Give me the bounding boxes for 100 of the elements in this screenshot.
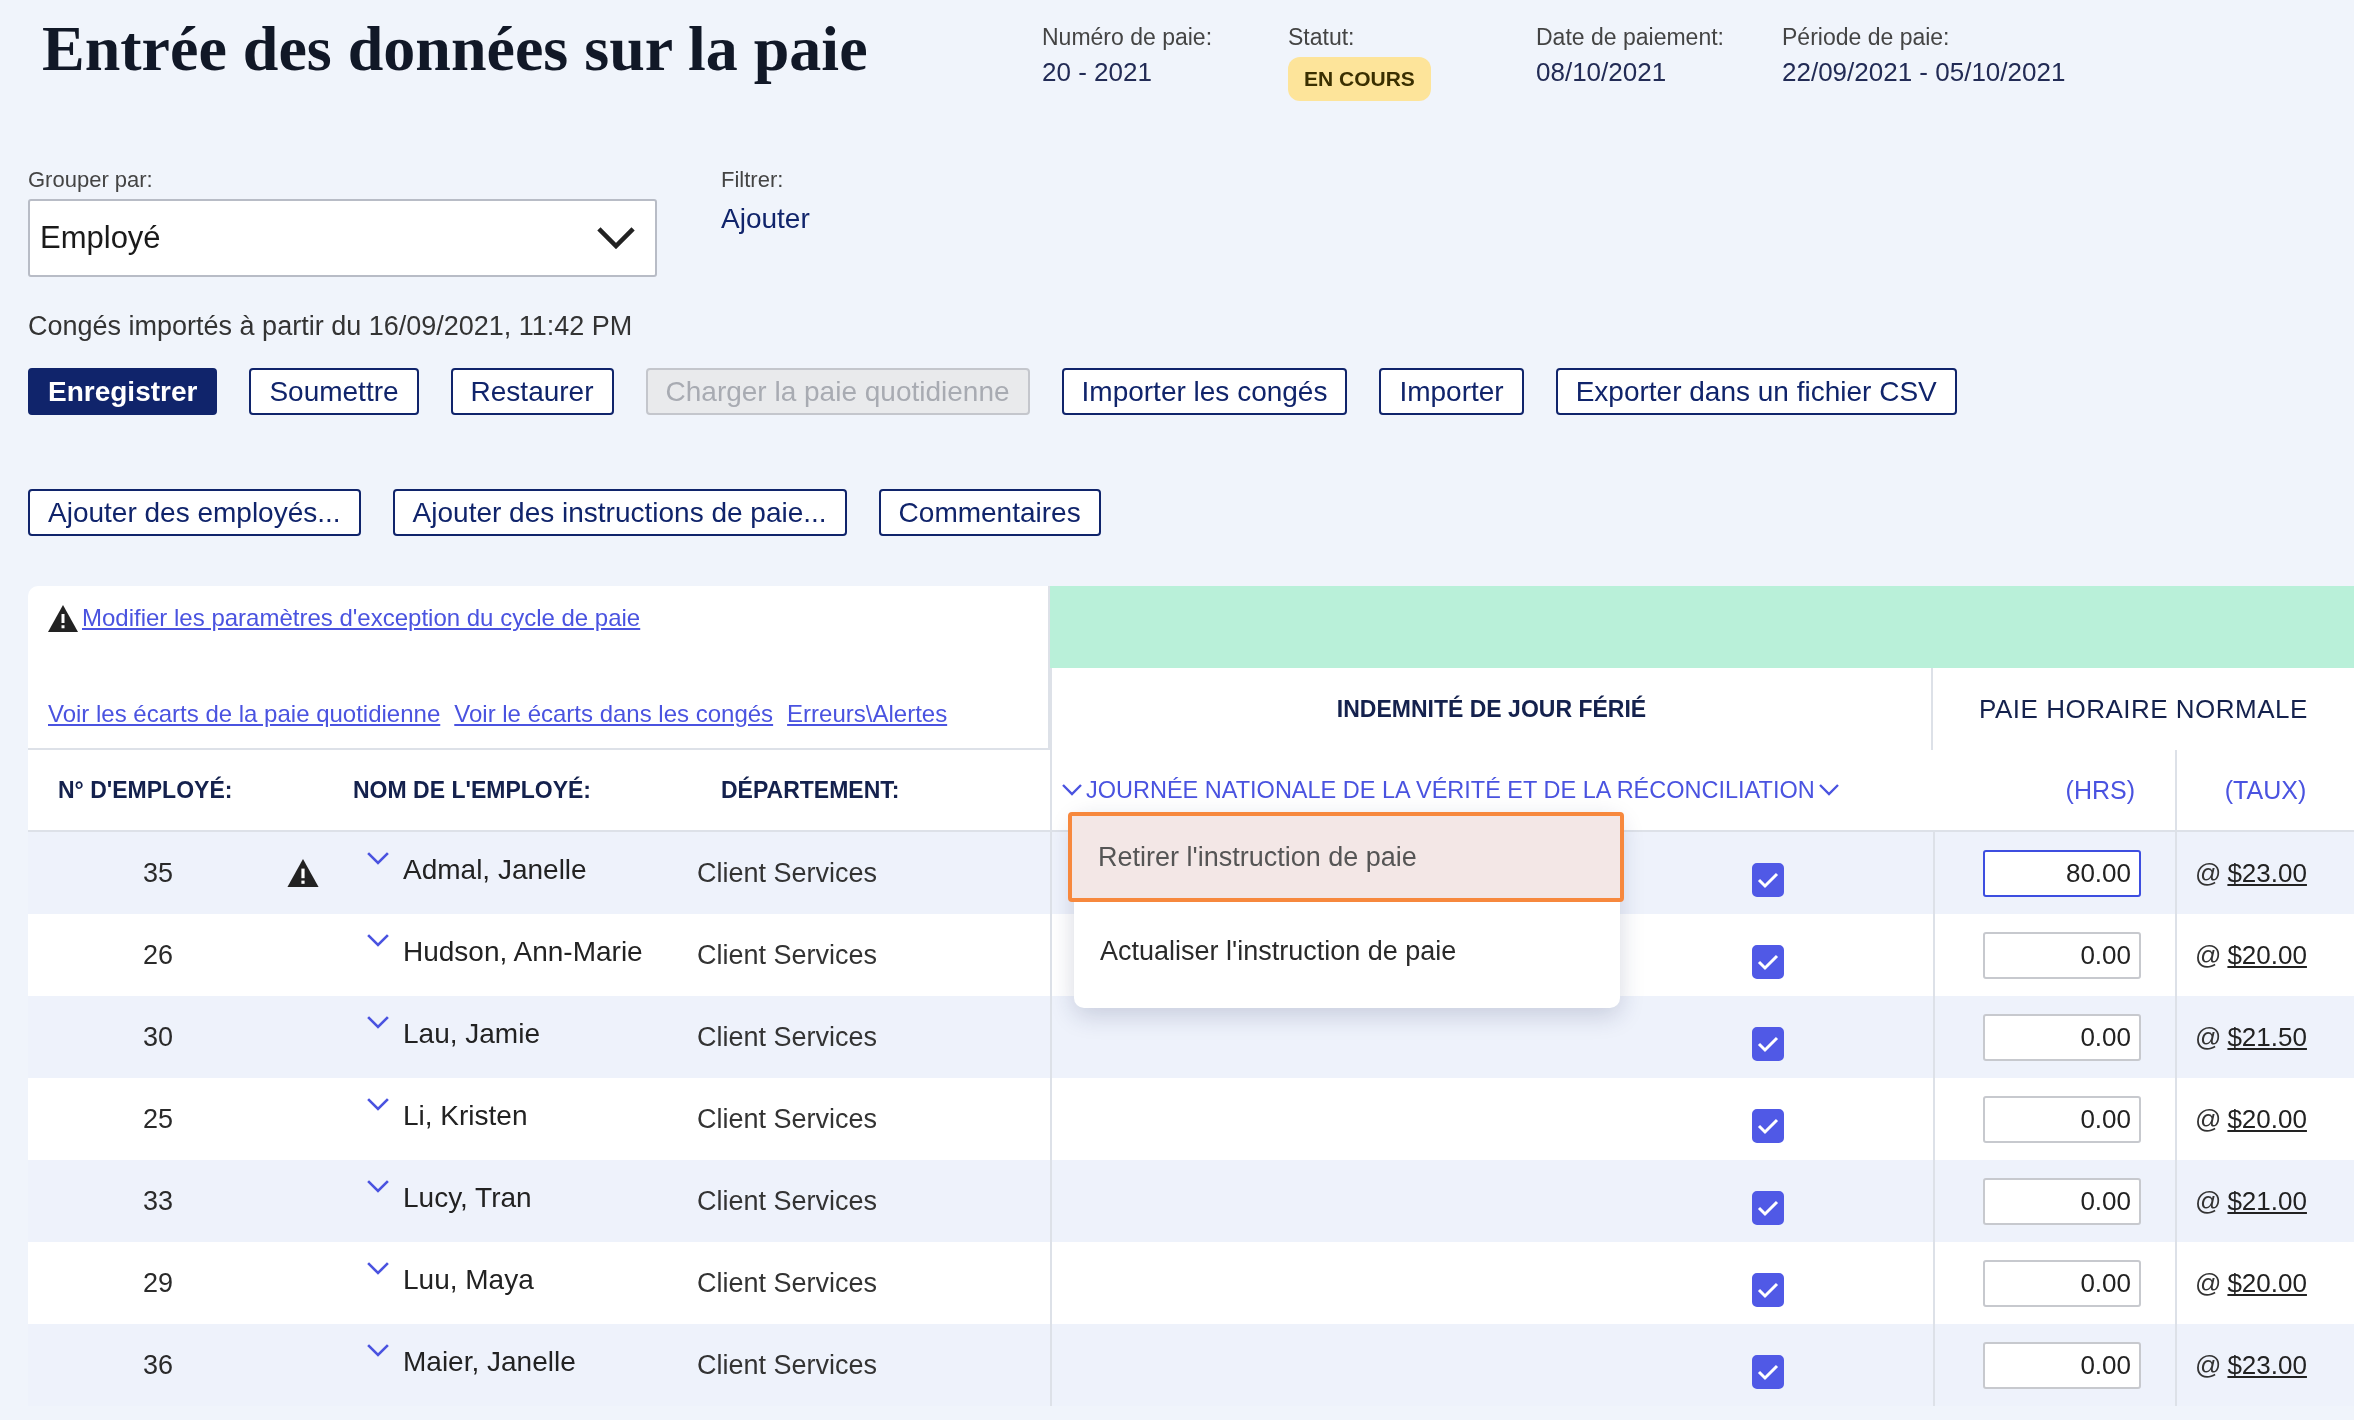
toolbar-button[interactable]: Importer les congés — [1061, 368, 1348, 415]
checkmark-icon — [1757, 1199, 1779, 1217]
exception-settings-link[interactable]: Modifier les paramètres d'exception du cycle de paie — [82, 604, 641, 632]
chevron-down-icon[interactable] — [597, 226, 635, 250]
column-header: NOM DE L'EMPLOYÉ: — [323, 750, 693, 832]
rate-link[interactable]: $20.00 — [2227, 939, 2307, 971]
employee-number: 36 — [141, 1349, 173, 1381]
at-sign: @ — [2195, 939, 2222, 971]
department-cell-text: Client Services — [696, 1021, 878, 1053]
column-group-header: INDEMNITÉ DE JOUR FÉRIÉ — [1050, 668, 1933, 750]
employee-name: Luu, Maya — [403, 1264, 534, 1296]
column-header: N° D'EMPLOYÉ: — [28, 750, 323, 832]
report-link[interactable]: Erreurs\Alertes — [787, 700, 948, 728]
toolbar-button[interactable]: Ajouter des instructions de paie... — [392, 489, 847, 536]
rate-link[interactable]: $23.00 — [2227, 857, 2307, 889]
employee-name: Maier, Janelle — [403, 1346, 576, 1378]
department-cell-text: Client Services — [696, 1185, 878, 1217]
employee-name: Lucy, Tran — [403, 1182, 532, 1214]
department-cell-text: Client Services — [696, 1349, 878, 1381]
column-header: DÉPARTEMENT: — [693, 750, 1050, 832]
checkbox[interactable] — [1752, 1027, 1784, 1061]
summary-label: Statut: — [1288, 24, 1356, 51]
add-filter-link[interactable]: Ajouter — [721, 203, 810, 235]
at-sign: @ — [2195, 1103, 2222, 1135]
at-sign: @ — [2195, 1267, 2222, 1299]
report-link[interactable]: Voir le écarts dans les congés — [454, 700, 774, 728]
hours-input[interactable]: 0.00 — [1983, 1177, 2141, 1225]
hours-input[interactable]: 0.00 — [1983, 931, 2141, 979]
employee-number: 30 — [141, 1021, 173, 1053]
expand-chevron-icon[interactable] — [367, 1180, 389, 1194]
employee-name: Hudson, Ann-Marie — [403, 936, 643, 968]
checkmark-icon — [1757, 1281, 1779, 1299]
toolbar-button[interactable]: Restaurer — [450, 368, 614, 415]
toolbar-button[interactable]: Soumettre — [249, 368, 419, 415]
checkmark-icon — [1757, 1363, 1779, 1381]
at-sign: @ — [2195, 1349, 2222, 1381]
checkmark-icon — [1757, 871, 1779, 889]
menu-item[interactable]: Retirer l'instruction de paie — [1068, 812, 1624, 902]
summary-label: Numéro de paie: — [1042, 24, 1214, 51]
checkmark-icon — [1757, 1117, 1779, 1135]
employee-name: Admal, Janelle — [403, 854, 587, 886]
hours-input[interactable]: 0.00 — [1983, 1259, 2141, 1307]
hours-input[interactable]: 0.00 — [1983, 1013, 2141, 1061]
hours-input[interactable]: 80.00 — [1983, 849, 2141, 897]
checkbox[interactable] — [1752, 1355, 1784, 1389]
status-badge: EN COURS — [1288, 57, 1431, 101]
at-sign: @ — [2195, 1021, 2222, 1053]
warning-icon — [287, 858, 319, 888]
checkbox[interactable] — [1752, 1109, 1784, 1143]
page-title: Entrée des données sur la paie — [42, 14, 869, 85]
summary-value: 22/09/2021 - 05/10/2021 — [1782, 57, 2067, 88]
toolbar-button[interactable]: Ajouter des employés... — [28, 489, 361, 536]
pay-instruction-header[interactable]: JOURNÉE NATIONALE DE LA VÉRITÉ ET DE LA RÉCONCILIATION — [1086, 776, 1815, 804]
rate-link[interactable]: $20.00 — [2227, 1267, 2307, 1299]
department-cell-text: Client Services — [696, 857, 878, 889]
expand-chevron-icon[interactable] — [367, 1098, 389, 1112]
checkbox[interactable] — [1752, 863, 1784, 897]
hours-header: (HRS) — [2065, 775, 2135, 805]
department-cell-text: Client Services — [696, 1103, 878, 1135]
expand-chevron-icon[interactable] — [367, 1016, 389, 1030]
at-sign: @ — [2195, 857, 2222, 889]
checkmark-icon — [1757, 1035, 1779, 1053]
checkbox[interactable] — [1752, 1191, 1784, 1225]
summary-label: Période de paie: — [1782, 24, 1951, 51]
filter-label: Filtrer: — [721, 167, 785, 193]
employee-name: Li, Kristen — [403, 1100, 528, 1132]
rate-link[interactable]: $20.00 — [2227, 1103, 2307, 1135]
column-group-header: PAIE HORAIRE NORMALE — [1933, 668, 2354, 750]
rate-link[interactable]: $23.00 — [2227, 1349, 2307, 1381]
rate-header: (TAUX) — [2175, 750, 2354, 832]
toolbar-button[interactable]: Commentaires — [878, 489, 1101, 536]
toolbar-button[interactable]: Exporter dans un fichier CSV — [1555, 368, 1957, 415]
import-note: Congés importés à partir du 16/09/2021, 11:42 PM — [28, 311, 634, 342]
report-link[interactable]: Voir les écarts de la paie quotidienne — [48, 700, 441, 728]
warning-icon — [48, 604, 78, 632]
expand-chevron-icon[interactable] — [367, 1344, 389, 1358]
department-cell-text: Client Services — [696, 939, 878, 971]
checkbox[interactable] — [1752, 1273, 1784, 1307]
hours-input[interactable]: 0.00 — [1983, 1095, 2141, 1143]
expand-chevron-icon[interactable] — [367, 934, 389, 948]
employee-number: 25 — [141, 1103, 173, 1135]
employee-number: 26 — [141, 939, 173, 971]
rate-link[interactable]: $21.00 — [2227, 1185, 2307, 1217]
checkbox[interactable] — [1752, 945, 1784, 979]
toolbar-button[interactable]: Importer — [1379, 368, 1524, 415]
group-by-select[interactable]: Employé — [28, 199, 657, 277]
menu-item[interactable]: Actualiser l'instruction de paie — [1074, 902, 1620, 1000]
employee-number: 35 — [141, 857, 173, 889]
toolbar-button[interactable]: Enregistrer — [28, 368, 218, 415]
expand-chevron-icon[interactable] — [367, 1262, 389, 1276]
checkmark-icon — [1757, 953, 1779, 971]
hours-input[interactable]: 0.00 — [1983, 1341, 2141, 1389]
employee-name: Lau, Jamie — [403, 1018, 540, 1050]
rate-link[interactable]: $21.50 — [2227, 1021, 2307, 1053]
employee-number: 29 — [141, 1267, 173, 1299]
department-cell-text: Client Services — [696, 1267, 878, 1299]
employee-number: 33 — [141, 1185, 173, 1217]
expand-chevron-icon[interactable] — [367, 852, 389, 866]
group-by-label: Grouper par: — [28, 167, 154, 193]
summary-value: 20 - 2021 — [1042, 57, 1153, 88]
